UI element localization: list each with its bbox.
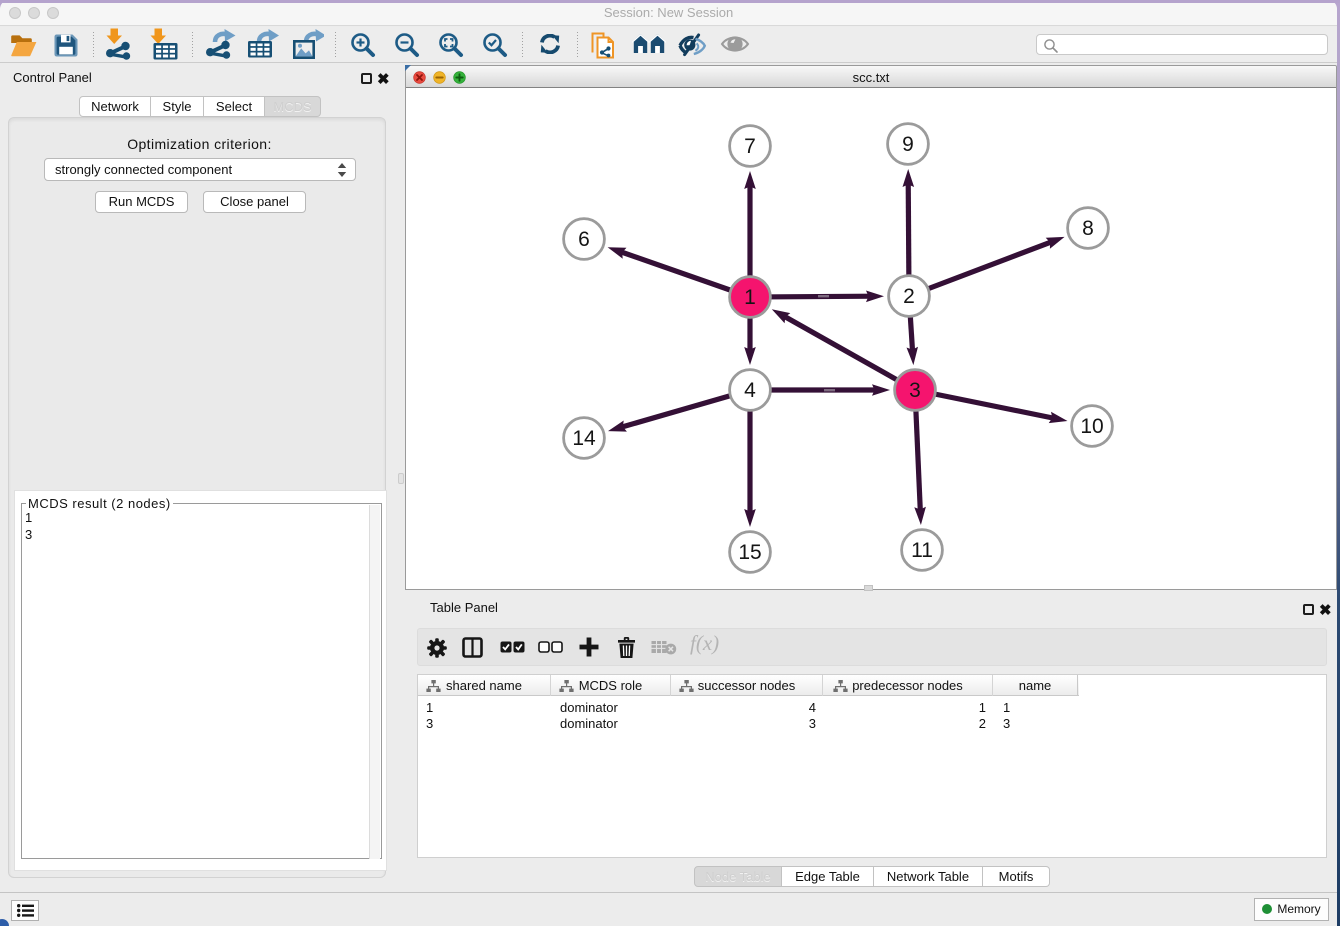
svg-text:4: 4 xyxy=(744,379,756,402)
svg-text:10: 10 xyxy=(1080,415,1103,438)
svg-text:3: 3 xyxy=(909,379,921,402)
svg-text:2: 2 xyxy=(903,285,915,308)
svg-text:11: 11 xyxy=(911,539,933,562)
svg-text:1: 1 xyxy=(744,286,756,309)
svg-text:7: 7 xyxy=(744,135,756,158)
svg-text:15: 15 xyxy=(738,541,761,564)
svg-text:6: 6 xyxy=(578,228,590,251)
svg-text:8: 8 xyxy=(1082,217,1094,240)
svg-text:14: 14 xyxy=(572,427,596,450)
svg-text:9: 9 xyxy=(902,133,914,156)
